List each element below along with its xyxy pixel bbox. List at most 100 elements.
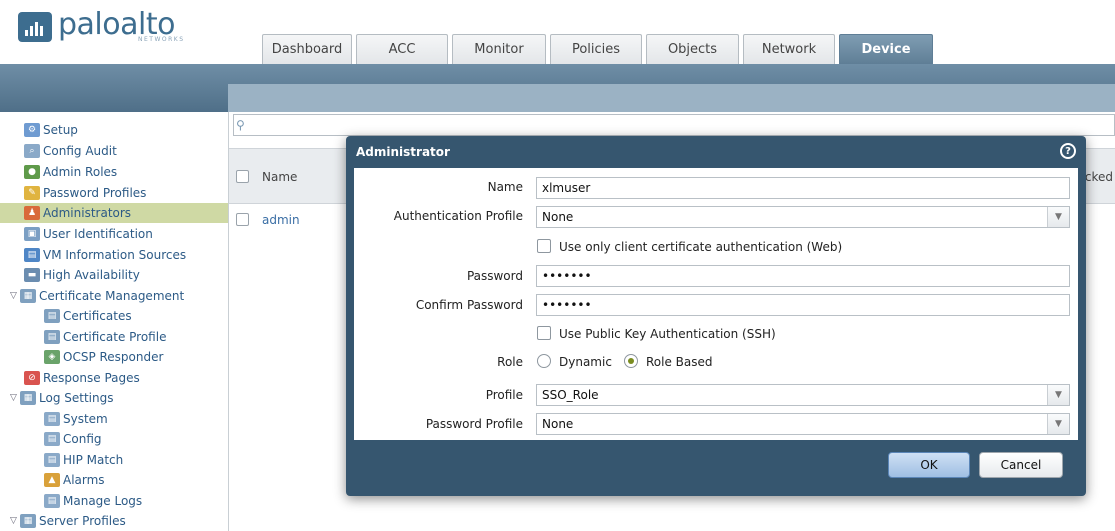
config-log-icon: ▤ bbox=[44, 432, 60, 446]
chevron-down-icon[interactable]: ▼ bbox=[1047, 385, 1069, 405]
role-based-label: Role Based bbox=[646, 355, 713, 369]
expand-caret-icon[interactable]: ▽ bbox=[10, 393, 20, 403]
cancel-button[interactable]: Cancel bbox=[979, 452, 1063, 478]
setup-icon: ⚙ bbox=[24, 123, 40, 137]
ocsp-icon: ◈ bbox=[44, 350, 60, 364]
sidebar-item-label: Certificates bbox=[63, 309, 132, 323]
sidebar-item-ocsp-responder[interactable]: ◈ OCSP Responder bbox=[44, 347, 163, 367]
password-label: Password bbox=[466, 269, 523, 283]
sidebar-item-label: HIP Match bbox=[63, 453, 124, 467]
sidebar-item-label: Administrators bbox=[43, 206, 132, 220]
server-profiles-icon: ▦ bbox=[20, 514, 36, 528]
tab-acc[interactable]: ACC bbox=[356, 34, 448, 64]
sidebar-item-setup[interactable]: ⚙ Setup bbox=[24, 120, 78, 140]
sidebar-item-password-profiles[interactable]: ✎ Password Profiles bbox=[24, 183, 146, 203]
sidebar-item-alarms[interactable]: ▲ Alarms bbox=[44, 470, 105, 490]
password-field[interactable]: ••••••• bbox=[536, 265, 1070, 287]
row-checkbox[interactable] bbox=[236, 213, 249, 226]
password-profile-select[interactable]: None ▼ bbox=[536, 413, 1070, 435]
certificate-profile-icon: ▤ bbox=[44, 330, 60, 344]
config-audit-icon: ⌕ bbox=[24, 144, 40, 158]
sidebar: ⚙ Setup ⌕ Config Audit ● Admin Roles ✎ P… bbox=[0, 112, 229, 531]
sidebar-item-label: System bbox=[63, 412, 108, 426]
sidebar-item-high-availability[interactable]: ▬ High Availability bbox=[24, 265, 140, 285]
select-all-checkbox[interactable] bbox=[236, 170, 249, 183]
dialog-form: Name xlmuser Authentication Profile None… bbox=[354, 168, 1078, 440]
sidebar-item-administrators[interactable]: ♟ Administrators bbox=[0, 203, 228, 223]
column-header-name[interactable]: Name bbox=[262, 170, 297, 184]
sidebar-item-label: Admin Roles bbox=[43, 165, 118, 179]
sidebar-item-log-settings[interactable]: ▽ ▦ Log Settings bbox=[10, 388, 113, 408]
sidebar-item-label: Log Settings bbox=[39, 391, 114, 405]
main-tabs: Dashboard ACC Monitor Policies Objects N… bbox=[262, 34, 937, 64]
sidebar-item-label: Password Profiles bbox=[43, 186, 147, 200]
sidebar-item-label: Server Profiles bbox=[39, 514, 126, 528]
sidebar-item-label: Alarms bbox=[63, 473, 105, 487]
sidebar-item-server-profiles[interactable]: ▽ ▦ Server Profiles bbox=[10, 511, 126, 531]
password-profiles-icon: ✎ bbox=[24, 186, 40, 200]
role-dynamic-radio[interactable] bbox=[537, 354, 551, 368]
sidebar-item-label: User Identification bbox=[43, 227, 153, 241]
content-toolbar bbox=[228, 84, 1115, 112]
brand-sub: NETWORKS bbox=[138, 36, 185, 43]
public-key-checkbox[interactable] bbox=[537, 326, 551, 340]
client-cert-checkbox[interactable] bbox=[537, 239, 551, 253]
role-based-radio[interactable] bbox=[624, 354, 638, 368]
sidebar-item-certificate-profile[interactable]: ▤ Certificate Profile bbox=[44, 327, 166, 347]
user-identification-icon: ▣ bbox=[24, 227, 40, 241]
name-field[interactable]: xlmuser bbox=[536, 177, 1070, 199]
sidebar-item-label: OCSP Responder bbox=[63, 350, 164, 364]
sidebar-item-label: High Availability bbox=[43, 268, 140, 282]
sidebar-item-label: Config bbox=[63, 432, 102, 446]
sidebar-item-system[interactable]: ▤ System bbox=[44, 409, 108, 429]
public-key-label: Use Public Key Authentication (SSH) bbox=[559, 327, 776, 341]
auth-profile-label: Authentication Profile bbox=[393, 209, 523, 223]
admin-roles-icon: ● bbox=[24, 165, 40, 179]
sidebar-item-vm-information-sources[interactable]: ▤ VM Information Sources bbox=[24, 245, 186, 265]
profile-select[interactable]: SSO_Role ▼ bbox=[536, 384, 1070, 406]
help-icon[interactable]: ? bbox=[1060, 143, 1076, 159]
high-availability-icon: ▬ bbox=[24, 268, 40, 282]
manage-logs-icon: ▤ bbox=[44, 494, 60, 508]
search-input[interactable]: ⚲ bbox=[233, 114, 1115, 136]
table-row-admin[interactable]: admin bbox=[262, 213, 300, 227]
sidebar-item-user-identification[interactable]: ▣ User Identification bbox=[24, 224, 153, 244]
certificate-management-icon: ▦ bbox=[20, 289, 36, 303]
sidebar-item-config[interactable]: ▤ Config bbox=[44, 429, 102, 449]
confirm-password-field[interactable]: ••••••• bbox=[536, 294, 1070, 316]
expand-caret-icon[interactable]: ▽ bbox=[10, 291, 20, 301]
certificates-icon: ▤ bbox=[44, 309, 60, 323]
sidebar-item-label: Manage Logs bbox=[63, 494, 143, 508]
password-profile-value: None bbox=[542, 417, 574, 431]
tab-monitor[interactable]: Monitor bbox=[452, 34, 546, 64]
sidebar-item-label: Response Pages bbox=[43, 371, 140, 385]
role-dynamic-label: Dynamic bbox=[559, 355, 612, 369]
search-icon: ⚲ bbox=[236, 118, 245, 132]
sidebar-item-admin-roles[interactable]: ● Admin Roles bbox=[24, 162, 117, 182]
expand-caret-icon[interactable]: ▽ bbox=[10, 516, 20, 526]
tab-device[interactable]: Device bbox=[839, 34, 933, 64]
administrators-icon: ♟ bbox=[24, 206, 40, 220]
sidebar-item-label: VM Information Sources bbox=[43, 248, 187, 262]
sidebar-item-certificate-management[interactable]: ▽ ▦ Certificate Management bbox=[10, 286, 184, 306]
sidebar-item-label: Config Audit bbox=[43, 144, 117, 158]
sidebar-item-config-audit[interactable]: ⌕ Config Audit bbox=[24, 141, 117, 161]
profile-value: SSO_Role bbox=[542, 388, 599, 402]
ok-button[interactable]: OK bbox=[888, 452, 970, 478]
role-label: Role bbox=[497, 355, 523, 369]
sidebar-item-manage-logs[interactable]: ▤ Manage Logs bbox=[44, 491, 142, 511]
sidebar-item-label: Setup bbox=[43, 123, 78, 137]
tab-network[interactable]: Network bbox=[743, 34, 835, 64]
sidebar-item-hip-match[interactable]: ▤ HIP Match bbox=[44, 450, 123, 470]
sidebar-item-certificates[interactable]: ▤ Certificates bbox=[44, 306, 132, 326]
chevron-down-icon[interactable]: ▼ bbox=[1047, 414, 1069, 434]
vm-info-icon: ▤ bbox=[24, 248, 40, 262]
tab-policies[interactable]: Policies bbox=[550, 34, 642, 64]
dialog-title: Administrator bbox=[356, 145, 450, 159]
profile-label: Profile bbox=[485, 388, 523, 402]
tab-dashboard[interactable]: Dashboard bbox=[262, 34, 352, 64]
auth-profile-select[interactable]: None ▼ bbox=[536, 206, 1070, 228]
chevron-down-icon[interactable]: ▼ bbox=[1047, 207, 1069, 227]
sidebar-item-response-pages[interactable]: ⊘ Response Pages bbox=[24, 368, 140, 388]
tab-objects[interactable]: Objects bbox=[646, 34, 739, 64]
